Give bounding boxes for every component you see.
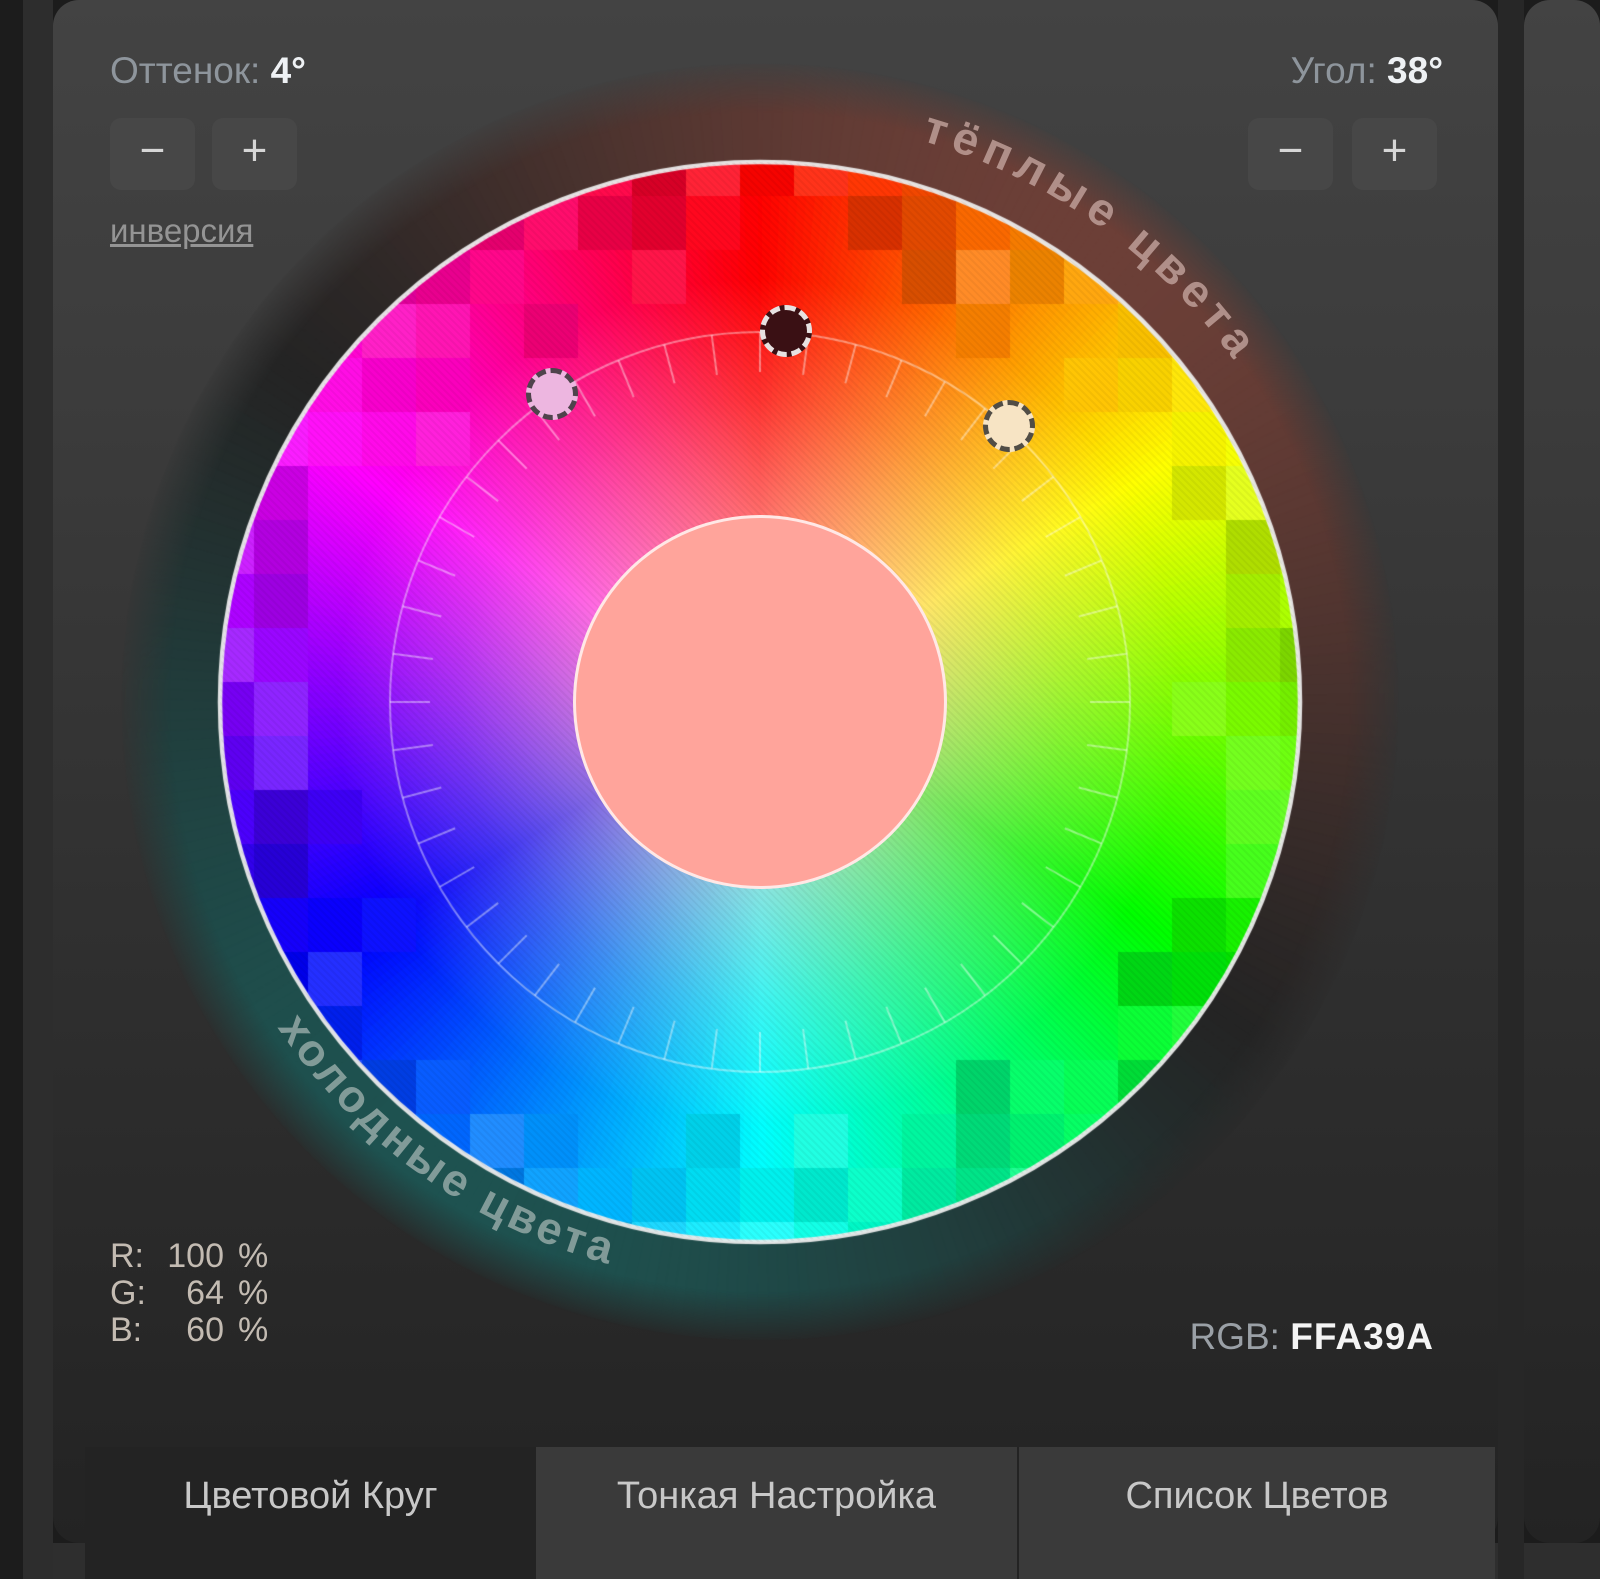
hex-label: RGB:	[1189, 1316, 1279, 1357]
hue-readout: Оттенок: 4°	[110, 50, 306, 92]
hex-value: FFA39A	[1290, 1316, 1434, 1357]
red-row: R:100%	[110, 1238, 268, 1275]
angle-plus-button[interactable]: +	[1352, 118, 1437, 190]
red-label: R:	[110, 1238, 158, 1275]
angle-label: Угол:	[1291, 50, 1377, 91]
hue-plus-button[interactable]: +	[212, 118, 297, 190]
blue-row: B:60%	[110, 1312, 268, 1349]
angle-readout: Угол: 38°	[1291, 50, 1443, 92]
hue-minus-button[interactable]: −	[110, 118, 195, 190]
red-unit: %	[238, 1238, 268, 1275]
tab-color-wheel-label: Цветовой Круг	[183, 1475, 437, 1579]
red-value: 100	[158, 1238, 224, 1275]
panel-divider	[1498, 0, 1524, 1579]
rgb-percent-readout: R:100% G:64% B:60%	[110, 1238, 268, 1349]
tab-color-wheel[interactable]: Цветовой Круг	[85, 1447, 536, 1579]
main-hue-handle[interactable]	[760, 305, 812, 357]
green-value: 64	[158, 1275, 224, 1312]
angle-value: 38°	[1387, 50, 1443, 91]
tab-fine-tuning[interactable]: Тонкая Настройка	[536, 1447, 1017, 1579]
left-hue-handle[interactable]	[526, 368, 578, 420]
hue-label: Оттенок:	[110, 50, 260, 91]
angle-minus-button[interactable]: −	[1248, 118, 1333, 190]
tab-color-list-label: Список Цветов	[1125, 1475, 1388, 1579]
right-hue-handle[interactable]	[983, 400, 1035, 452]
tab-color-list[interactable]: Список Цветов	[1017, 1447, 1495, 1579]
green-label: G:	[110, 1275, 158, 1312]
blue-label: B:	[110, 1312, 158, 1349]
tab-fine-tuning-label: Тонкая Настройка	[617, 1475, 936, 1579]
green-row: G:64%	[110, 1275, 268, 1312]
bottom-band-right	[1524, 1543, 1600, 1579]
invert-link[interactable]: инверсия	[110, 212, 253, 250]
blue-unit: %	[238, 1312, 268, 1349]
selected-color-swatch	[573, 515, 947, 889]
green-unit: %	[238, 1275, 268, 1312]
color-picker-window: тёплые цвета холодные цвета Оттенок: 4° …	[0, 0, 1600, 1579]
adjacent-panel	[1524, 0, 1600, 1543]
blue-value: 60	[158, 1312, 224, 1349]
hex-readout: RGB: FFA39A	[1189, 1316, 1434, 1358]
hue-value: 4°	[271, 50, 306, 91]
left-edge-strip	[23, 0, 53, 1579]
